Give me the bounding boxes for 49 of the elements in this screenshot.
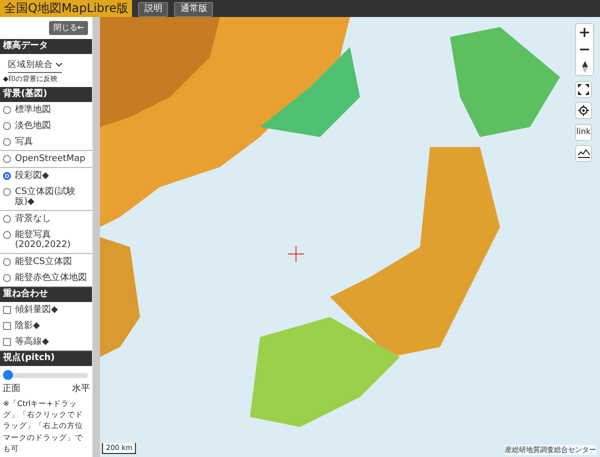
mountain-button[interactable] — [575, 145, 592, 162]
section-header: 視点(pitch) — [0, 351, 92, 366]
chevron-icon — [56, 62, 62, 67]
min-label: 正面 — [2, 383, 20, 396]
checkbox[interactable] — [3, 322, 11, 330]
radio-button[interactable] — [3, 258, 11, 266]
checkbox[interactable] — [3, 306, 11, 314]
option-label: OpenStreetMap — [15, 154, 86, 164]
section-header: 標高データ — [0, 39, 92, 54]
option-label: 写真 — [15, 137, 33, 148]
link-button[interactable]: link — [575, 124, 592, 140]
app-title: 全国Q地図MapLibre版 — [0, 0, 132, 17]
scrollbar[interactable] — [92, 17, 100, 457]
option-label: CS立体図(試験版)◆ — [15, 187, 77, 208]
option-label: 能登赤色立体地図 — [15, 273, 87, 284]
header-button[interactable]: 説明 — [138, 2, 168, 17]
locate-button[interactable] — [575, 102, 592, 119]
header-button[interactable]: 通常版 — [174, 2, 214, 17]
section-header: 背景(基図) — [0, 87, 92, 102]
fullscreen-button[interactable] — [575, 80, 592, 98]
slider-thumb[interactable] — [3, 370, 13, 380]
option-label: 能登写真(2020,2022) — [15, 230, 72, 250]
radio-button[interactable] — [3, 231, 11, 240]
option-label: 背景なし — [15, 214, 51, 224]
radio-button[interactable] — [3, 122, 11, 130]
option-label: 標準地図 — [15, 105, 51, 116]
mountain-icon — [578, 149, 590, 158]
option-label: 傾斜量図◆ — [15, 305, 58, 316]
locate-icon — [578, 105, 589, 116]
compass-arrow-icon — [582, 60, 588, 72]
option-label: 能登CS立体図 — [15, 257, 72, 268]
max-label: 水平 — [72, 383, 90, 396]
option-label: 等高線◆ — [15, 337, 49, 348]
close-panel-button[interactable]: 閉じる← — [49, 21, 88, 35]
option-label: 淡色地図 — [15, 121, 51, 132]
radio-button[interactable] — [3, 188, 11, 196]
checkbox[interactable] — [3, 338, 11, 346]
option-label: 段彩図◆ — [15, 171, 49, 182]
zoom-in-icon — [580, 28, 589, 37]
radio-button[interactable] — [3, 215, 11, 224]
section-header: 重ね合わせ — [0, 287, 92, 302]
fullscreen-icon — [578, 84, 589, 94]
option-label: 陰影◆ — [15, 321, 40, 332]
radio-button[interactable] — [3, 138, 11, 146]
elevation-select[interactable]: 区域別統合 — [8, 59, 62, 73]
radio-button[interactable] — [3, 155, 11, 164]
radio-button[interactable] — [3, 106, 11, 114]
radio-button[interactable] — [3, 172, 11, 180]
radio-button[interactable] — [3, 274, 11, 282]
